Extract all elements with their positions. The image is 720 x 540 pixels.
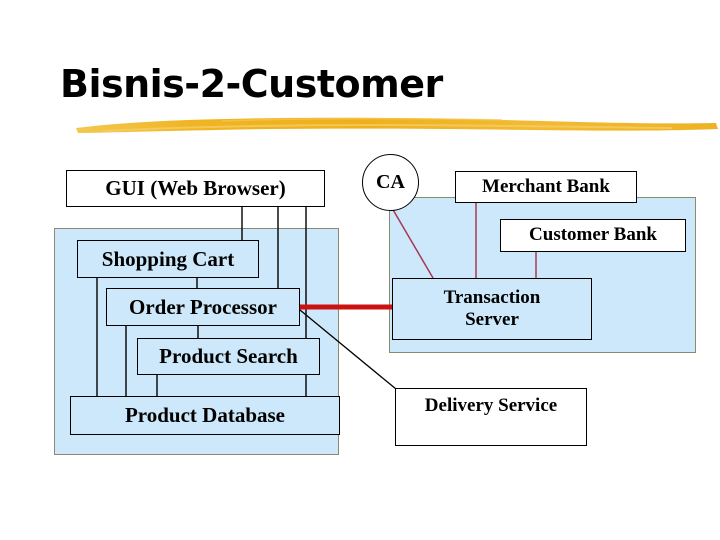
node-product-search-label: Product Search — [159, 344, 298, 369]
node-product-database-label: Product Database — [124, 403, 286, 428]
node-order-processor[interactable]: Order Processor — [106, 288, 300, 326]
node-gui-web-browser-label: GUI (Web Browser) — [105, 176, 286, 201]
node-customer-bank[interactable]: Customer Bank — [500, 219, 686, 252]
node-transaction-server-label: Transaction Server — [444, 287, 541, 332]
node-delivery-service-label: Delivery Service — [424, 395, 558, 416]
page-title: Bisnis-2-Customer — [60, 62, 443, 106]
node-shopping-cart-label: Shopping Cart — [101, 246, 235, 271]
node-order-processor-label: Order Processor — [129, 294, 277, 319]
node-product-search[interactable]: Product Search — [137, 338, 320, 375]
node-transaction-server[interactable]: Transaction Server — [392, 278, 592, 340]
node-delivery-service[interactable]: Delivery Service — [395, 388, 587, 446]
node-gui-web-browser[interactable]: GUI (Web Browser) — [66, 170, 325, 207]
node-transaction-server-label-line1: Transaction — [443, 286, 541, 308]
node-certificate-authority[interactable]: CA — [362, 154, 419, 211]
node-customer-bank-label: Customer Bank — [529, 224, 657, 246]
node-shopping-cart[interactable]: Shopping Cart — [77, 240, 259, 278]
slide-canvas: Bisnis-2-Customer GUI (Web Browser) Shop… — [0, 0, 720, 540]
node-product-database[interactable]: Product Database — [70, 396, 340, 435]
title-brushstroke-decoration — [76, 117, 718, 133]
node-transaction-server-label-line2: Server — [465, 309, 519, 330]
node-merchant-bank[interactable]: Merchant Bank — [455, 171, 637, 203]
node-merchant-bank-label: Merchant Bank — [482, 175, 610, 197]
node-certificate-authority-label: CA — [376, 171, 405, 193]
